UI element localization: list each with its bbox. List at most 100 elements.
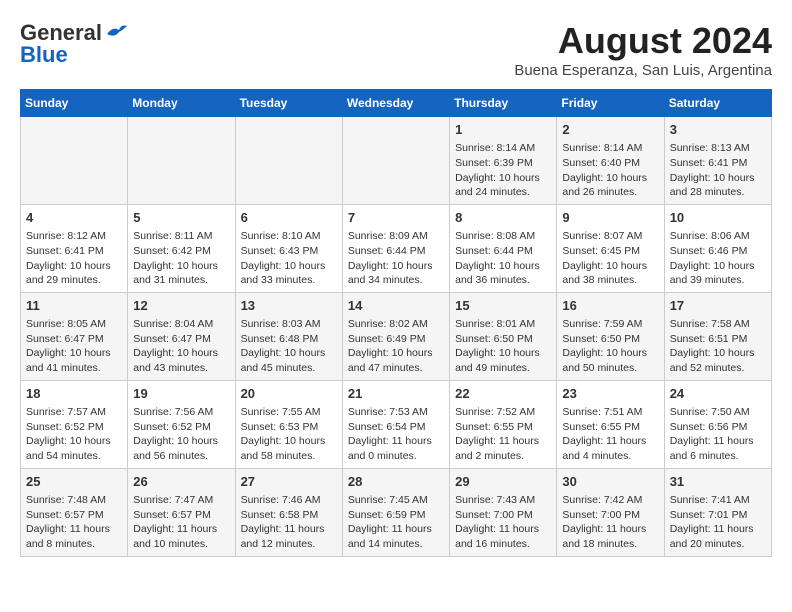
day-content: Sunrise: 8:07 AM Sunset: 6:45 PM Dayligh… [562,229,658,288]
day-number: 7 [348,209,444,227]
calendar-cell: 4 Sunrise: 8:12 AM Sunset: 6:41 PM Daylig… [21,204,128,292]
day-content: Sunrise: 8:05 AM Sunset: 6:47 PM Dayligh… [26,317,122,376]
day-number: 28 [348,473,444,491]
calendar-cell: 1 Sunrise: 8:14 AM Sunset: 6:39 PM Daylig… [450,117,557,205]
calendar-cell: 23 Sunrise: 7:51 AM Sunset: 6:55 PM Dayli… [557,380,664,468]
calendar-cell: 5 Sunrise: 8:11 AM Sunset: 6:42 PM Daylig… [128,204,235,292]
calendar-cell: 26Sunrise: 7:47 AM Sunset: 6:57 PM Dayli… [128,468,235,556]
day-content: Sunrise: 8:14 AM Sunset: 6:39 PM Dayligh… [455,141,551,200]
day-content: Sunrise: 7:48 AM Sunset: 6:57 PM Dayligh… [26,493,122,552]
day-content: Sunrise: 8:03 AM Sunset: 6:48 PM Dayligh… [241,317,337,376]
calendar-week-row: 11 Sunrise: 8:05 AM Sunset: 6:47 PM Dayli… [21,292,772,380]
day-number: 18 [26,385,122,403]
calendar-cell: 29Sunrise: 7:43 AM Sunset: 7:00 PM Dayli… [450,468,557,556]
calendar-cell: 22 Sunrise: 7:52 AM Sunset: 6:55 PM Dayli… [450,380,557,468]
calendar-week-row: 1 Sunrise: 8:14 AM Sunset: 6:39 PM Daylig… [21,117,772,205]
logo-blue: Blue [20,42,68,68]
day-number: 5 [133,209,229,227]
calendar-cell: 3Sunrise: 8:13 AM Sunset: 6:41 PM Daylig… [664,117,771,205]
calendar-cell: 9Sunrise: 8:07 AM Sunset: 6:45 PM Daylig… [557,204,664,292]
page-header: General Blue August 2024 Buena Esperanza… [20,20,772,79]
calendar-cell: 13 Sunrise: 8:03 AM Sunset: 6:48 PM Dayli… [235,292,342,380]
calendar-week-row: 4 Sunrise: 8:12 AM Sunset: 6:41 PM Daylig… [21,204,772,292]
day-content: Sunrise: 8:14 AM Sunset: 6:40 PM Dayligh… [562,141,658,200]
day-content: Sunrise: 8:09 AM Sunset: 6:44 PM Dayligh… [348,229,444,288]
calendar-cell [21,117,128,205]
calendar-cell: 7 Sunrise: 8:09 AM Sunset: 6:44 PM Daylig… [342,204,449,292]
day-content: Sunrise: 7:53 AM Sunset: 6:54 PM Dayligh… [348,405,444,464]
day-number: 8 [455,209,551,227]
day-number: 6 [241,209,337,227]
day-content: Sunrise: 7:50 AM Sunset: 6:56 PM Dayligh… [670,405,766,464]
day-content: Sunrise: 8:08 AM Sunset: 6:44 PM Dayligh… [455,229,551,288]
day-header-monday: Monday [128,90,235,117]
calendar-cell: 25Sunrise: 7:48 AM Sunset: 6:57 PM Dayli… [21,468,128,556]
day-number: 16 [562,297,658,315]
calendar-cell [342,117,449,205]
day-header-thursday: Thursday [450,90,557,117]
day-number: 21 [348,385,444,403]
day-content: Sunrise: 7:46 AM Sunset: 6:58 PM Dayligh… [241,493,337,552]
day-number: 27 [241,473,337,491]
day-number: 11 [26,297,122,315]
calendar-cell: 20Sunrise: 7:55 AM Sunset: 6:53 PM Dayli… [235,380,342,468]
day-content: Sunrise: 8:01 AM Sunset: 6:50 PM Dayligh… [455,317,551,376]
title-block: August 2024 Buena Esperanza, San Luis, A… [514,20,772,79]
calendar-cell: 16 Sunrise: 7:59 AM Sunset: 6:50 PM Dayli… [557,292,664,380]
calendar-cell: 10Sunrise: 8:06 AM Sunset: 6:46 PM Dayli… [664,204,771,292]
calendar-table: SundayMondayTuesdayWednesdayThursdayFrid… [20,89,772,557]
calendar-cell: 14 Sunrise: 8:02 AM Sunset: 6:49 PM Dayli… [342,292,449,380]
day-content: Sunrise: 7:52 AM Sunset: 6:55 PM Dayligh… [455,405,551,464]
day-content: Sunrise: 7:57 AM Sunset: 6:52 PM Dayligh… [26,405,122,464]
day-number: 30 [562,473,658,491]
day-content: Sunrise: 8:12 AM Sunset: 6:41 PM Dayligh… [26,229,122,288]
day-content: Sunrise: 8:11 AM Sunset: 6:42 PM Dayligh… [133,229,229,288]
day-number: 3 [670,121,766,139]
calendar-cell: 17 Sunrise: 7:58 AM Sunset: 6:51 PM Dayli… [664,292,771,380]
calendar-cell: 8 Sunrise: 8:08 AM Sunset: 6:44 PM Daylig… [450,204,557,292]
day-content: Sunrise: 8:02 AM Sunset: 6:49 PM Dayligh… [348,317,444,376]
calendar-cell: 18 Sunrise: 7:57 AM Sunset: 6:52 PM Dayli… [21,380,128,468]
day-number: 14 [348,297,444,315]
day-content: Sunrise: 7:58 AM Sunset: 6:51 PM Dayligh… [670,317,766,376]
day-content: Sunrise: 8:06 AM Sunset: 6:46 PM Dayligh… [670,229,766,288]
day-number: 15 [455,297,551,315]
calendar-cell: 28 Sunrise: 7:45 AM Sunset: 6:59 PM Dayli… [342,468,449,556]
day-number: 13 [241,297,337,315]
day-content: Sunrise: 7:55 AM Sunset: 6:53 PM Dayligh… [241,405,337,464]
calendar-week-row: 25Sunrise: 7:48 AM Sunset: 6:57 PM Dayli… [21,468,772,556]
day-number: 26 [133,473,229,491]
calendar-cell: 27 Sunrise: 7:46 AM Sunset: 6:58 PM Dayli… [235,468,342,556]
day-number: 1 [455,121,551,139]
day-number: 4 [26,209,122,227]
calendar-cell: 2Sunrise: 8:14 AM Sunset: 6:40 PM Daylig… [557,117,664,205]
day-number: 22 [455,385,551,403]
day-content: Sunrise: 7:42 AM Sunset: 7:00 PM Dayligh… [562,493,658,552]
day-header-tuesday: Tuesday [235,90,342,117]
day-number: 17 [670,297,766,315]
day-content: Sunrise: 8:10 AM Sunset: 6:43 PM Dayligh… [241,229,337,288]
calendar-cell: 12Sunrise: 8:04 AM Sunset: 6:47 PM Dayli… [128,292,235,380]
calendar-cell [128,117,235,205]
day-number: 12 [133,297,229,315]
location-subtitle: Buena Esperanza, San Luis, Argentina [514,62,772,79]
calendar-cell: 15 Sunrise: 8:01 AM Sunset: 6:50 PM Dayli… [450,292,557,380]
month-year-title: August 2024 [514,20,772,62]
calendar-header-row: SundayMondayTuesdayWednesdayThursdayFrid… [21,90,772,117]
calendar-cell: 6 Sunrise: 8:10 AM Sunset: 6:43 PM Daylig… [235,204,342,292]
calendar-cell: 31Sunrise: 7:41 AM Sunset: 7:01 PM Dayli… [664,468,771,556]
day-content: Sunrise: 7:51 AM Sunset: 6:55 PM Dayligh… [562,405,658,464]
day-number: 31 [670,473,766,491]
day-number: 23 [562,385,658,403]
day-number: 19 [133,385,229,403]
calendar-cell: 21 Sunrise: 7:53 AM Sunset: 6:54 PM Dayli… [342,380,449,468]
day-content: Sunrise: 7:43 AM Sunset: 7:00 PM Dayligh… [455,493,551,552]
calendar-cell: 24 Sunrise: 7:50 AM Sunset: 6:56 PM Dayli… [664,380,771,468]
day-content: Sunrise: 7:59 AM Sunset: 6:50 PM Dayligh… [562,317,658,376]
day-number: 24 [670,385,766,403]
calendar-cell: 30 Sunrise: 7:42 AM Sunset: 7:00 PM Dayli… [557,468,664,556]
day-content: Sunrise: 7:45 AM Sunset: 6:59 PM Dayligh… [348,493,444,552]
day-header-sunday: Sunday [21,90,128,117]
day-header-wednesday: Wednesday [342,90,449,117]
logo: General Blue [20,20,127,68]
